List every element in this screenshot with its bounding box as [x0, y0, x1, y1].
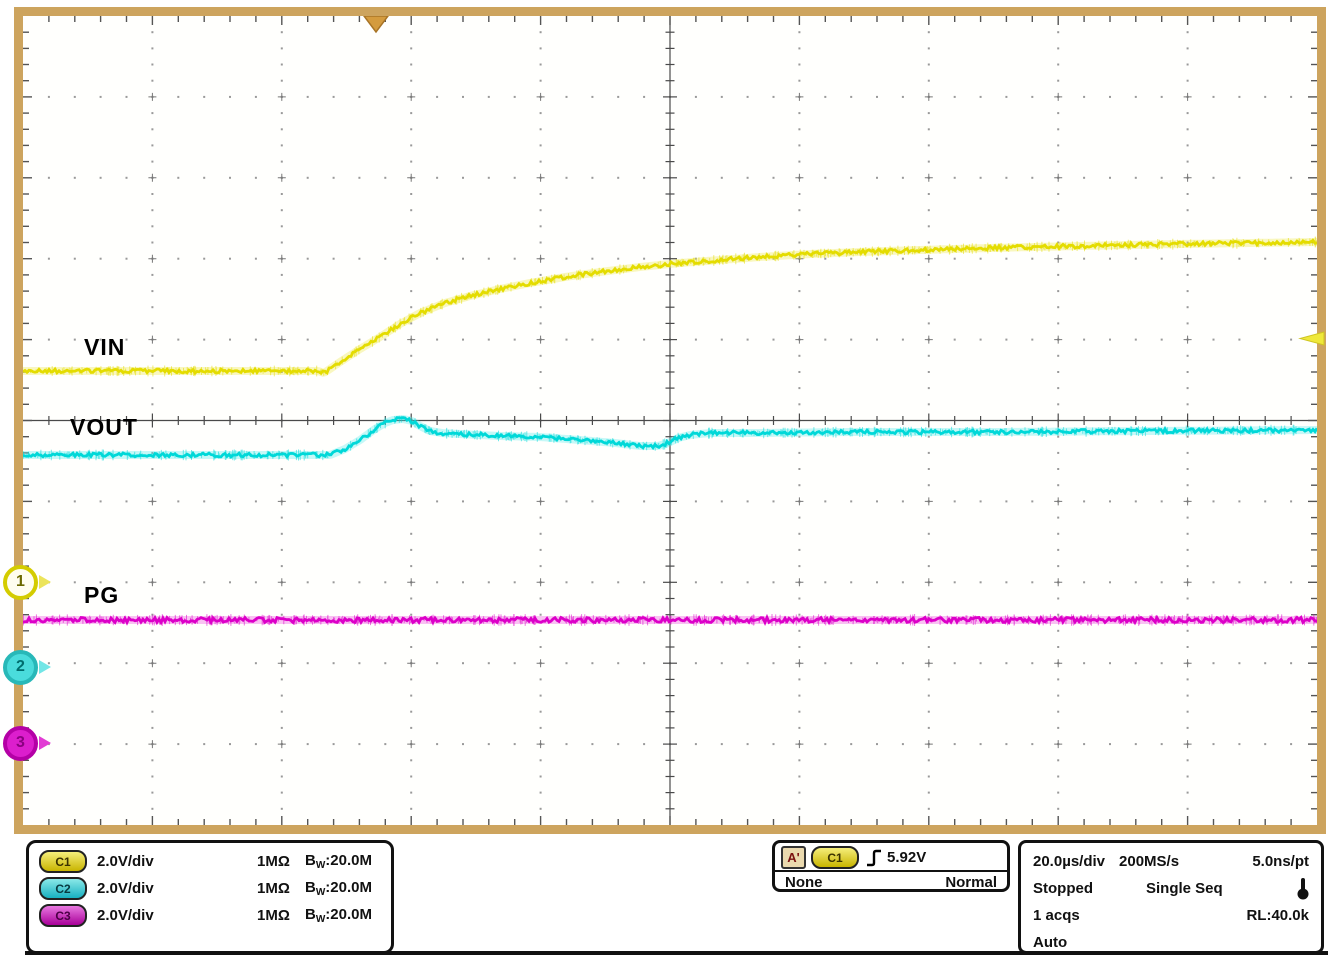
- channel-1-scale[interactable]: 2.0V/div: [97, 853, 154, 870]
- trigger-level-arrow-icon[interactable]: [1296, 330, 1326, 347]
- horizontal-acquisition-panel: 20.0µs/div 200MS/s 5.0ns/pt Stopped Sing…: [1018, 840, 1324, 954]
- acquisition-count: 1 acqs: [1033, 907, 1080, 924]
- channel-1-marker-number: 1: [3, 565, 38, 600]
- channel-2-badge[interactable]: C2: [39, 877, 87, 900]
- trigger-panel: A' C1 5.92V None Normal: [772, 840, 1010, 892]
- rising-edge-slope-icon: [865, 847, 883, 869]
- channel-2-marker-arrow-icon: [39, 660, 51, 674]
- acquisition-state: Stopped: [1033, 880, 1146, 897]
- channel-3-scale[interactable]: 2.0V/div: [97, 907, 154, 924]
- channel-3-position-marker[interactable]: 3: [3, 726, 51, 760]
- channel-2-settings-row: C2 2.0V/div 1MΩ BW:20.0M: [39, 875, 391, 902]
- bottom-divider-line: [25, 951, 1328, 955]
- record-length[interactable]: RL:40.0k: [1246, 907, 1309, 924]
- channel-2-bandwidth: BW:20.0M: [305, 879, 372, 898]
- trigger-type[interactable]: Normal: [945, 874, 997, 891]
- channel-2-marker-number: 2: [3, 650, 38, 685]
- channel-1-position-marker[interactable]: 1: [3, 565, 51, 599]
- timebase-value[interactable]: 20.0µs/div: [1033, 853, 1105, 870]
- trigger-a-badge[interactable]: A': [781, 846, 806, 869]
- trigger-mode-row: None Normal: [775, 872, 1007, 893]
- channel-3-settings-row: C3 2.0V/div 1MΩ BW:20.0M: [39, 902, 391, 929]
- trigger-position-marker-icon[interactable]: [362, 16, 390, 34]
- oscilloscope-screenshot: { "labels": { "vin": "VIN", "vout": "VOU…: [0, 0, 1333, 960]
- trigger-auto-mode[interactable]: Auto: [1033, 934, 1067, 951]
- acquisition-mode[interactable]: Single Seq: [1146, 880, 1223, 897]
- channel-2-position-marker[interactable]: 2: [3, 650, 51, 684]
- trigger-source-badge[interactable]: C1: [811, 846, 859, 869]
- channel-3-impedance: 1MΩ: [257, 907, 290, 924]
- timebase-row: 20.0µs/div 200MS/s 5.0ns/pt: [1033, 848, 1309, 875]
- channel-2-scale[interactable]: 2.0V/div: [97, 880, 154, 897]
- trigger-level-value[interactable]: 5.92V: [887, 849, 926, 866]
- acquisition-count-row: 1 acqs RL:40.0k: [1033, 902, 1309, 929]
- channel-1-settings-row: C1 2.0V/div 1MΩ BW:20.0M: [39, 848, 391, 875]
- graticule-frame: [14, 7, 1326, 834]
- channel-3-badge[interactable]: C3: [39, 904, 87, 927]
- channel-3-bandwidth: BW:20.0M: [305, 906, 372, 925]
- waveform-plot: [23, 16, 1317, 825]
- sample-resolution: 5.0ns/pt: [1252, 853, 1309, 870]
- channel-1-marker-arrow-icon: [39, 575, 51, 589]
- acquisition-state-row: Stopped Single Seq: [1033, 875, 1309, 902]
- channel-1-impedance: 1MΩ: [257, 853, 290, 870]
- trace-label-pg: PG: [84, 582, 119, 609]
- trace-label-vin: VIN: [84, 334, 125, 361]
- trigger-source-row: A' C1 5.92V: [775, 843, 1007, 872]
- single-seq-thermometer-icon: [1297, 877, 1309, 901]
- channel-3-marker-number: 3: [3, 726, 38, 761]
- channel-3-marker-arrow-icon: [39, 736, 51, 750]
- channel-settings-panel: C1 2.0V/div 1MΩ BW:20.0M C2 2.0V/div 1MΩ…: [26, 840, 394, 954]
- channel-1-badge[interactable]: C1: [39, 850, 87, 873]
- trigger-holdoff-mode[interactable]: None: [785, 874, 823, 891]
- sample-rate: 200MS/s: [1119, 853, 1179, 870]
- channel-2-impedance: 1MΩ: [257, 880, 290, 897]
- trace-label-vout: VOUT: [70, 414, 138, 441]
- channel-1-bandwidth: BW:20.0M: [305, 852, 372, 871]
